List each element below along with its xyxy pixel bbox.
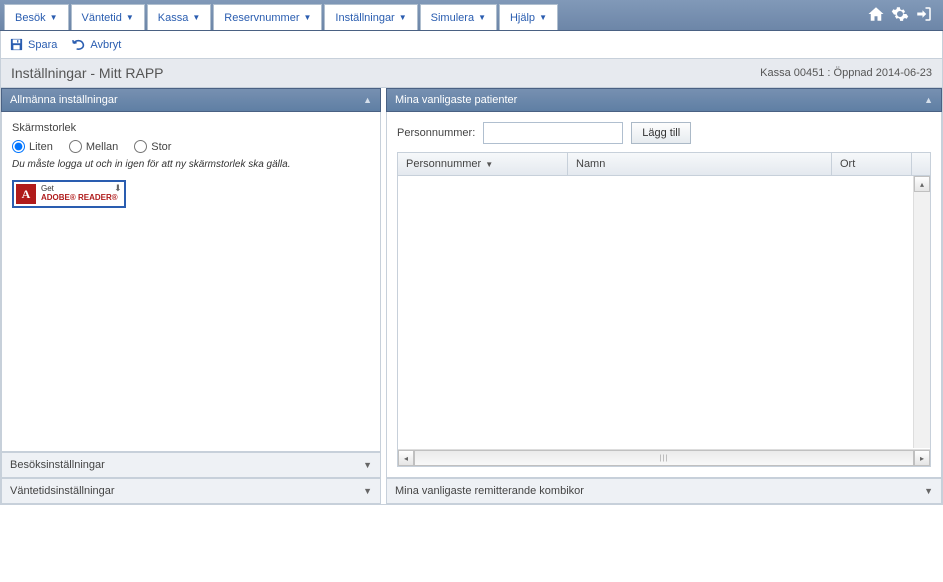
adobe-reader-badge[interactable]: A Get ADOBE® READER® ⬇ xyxy=(12,180,126,208)
scroll-thumb[interactable] xyxy=(414,450,914,466)
horizontal-scrollbar[interactable]: ◂ ▸ xyxy=(398,449,930,466)
panel-header-patients[interactable]: Mina vanligaste patienter ▲ xyxy=(386,88,942,112)
logout-icon[interactable] xyxy=(915,5,933,26)
radio-mellan[interactable]: Mellan xyxy=(69,140,118,153)
action-toolbar: Spara Avbryt xyxy=(0,31,943,59)
caret-down-icon: ▼ xyxy=(126,13,134,22)
panel-header-kombikor[interactable]: Mina vanligaste remitterande kombikor ▼ xyxy=(386,478,942,504)
radio-liten-input[interactable] xyxy=(12,140,25,153)
grid-body: ▴ ◂ ▸ xyxy=(398,176,930,466)
expand-down-icon: ▼ xyxy=(363,486,372,496)
caret-down-icon: ▼ xyxy=(192,13,200,22)
page-title: Inställningar - Mitt RAPP xyxy=(11,65,164,81)
panel-body-patients: Personnummer: Lägg till Personnummer ▼ N… xyxy=(386,112,942,478)
col-header-blank xyxy=(912,153,930,175)
menu-label: Väntetid xyxy=(82,12,122,24)
col-label: Personnummer xyxy=(406,158,481,170)
panel-header-general[interactable]: Allmänna inställningar ▲ xyxy=(1,88,381,112)
radio-label: Mellan xyxy=(86,141,118,153)
grid-header: Personnummer ▼ Namn Ort xyxy=(398,153,930,176)
menu-label: Inställningar xyxy=(335,12,394,24)
caret-down-icon: ▼ xyxy=(478,13,486,22)
col-header-ort[interactable]: Ort xyxy=(832,153,912,175)
adobe-logo-icon: A xyxy=(16,184,36,204)
radio-stor[interactable]: Stor xyxy=(134,140,171,153)
vertical-scrollbar[interactable]: ▴ xyxy=(913,176,930,448)
col-label: Ort xyxy=(840,158,855,170)
cancel-label: Avbryt xyxy=(90,39,121,51)
screen-size-hint: Du måste logga ut och in igen för att ny… xyxy=(12,159,370,170)
adobe-text: Get ADOBE® READER® xyxy=(41,185,118,203)
cancel-button[interactable]: Avbryt xyxy=(71,37,121,52)
scroll-up-icon[interactable]: ▴ xyxy=(914,176,930,192)
adobe-line2: ADOBE® READER® xyxy=(41,193,118,202)
scroll-left-icon[interactable]: ◂ xyxy=(398,450,414,466)
add-button[interactable]: Lägg till xyxy=(631,122,691,144)
caret-down-icon: ▼ xyxy=(50,13,58,22)
home-icon[interactable] xyxy=(867,5,885,26)
panel-header-besok[interactable]: Besöksinställningar ▼ xyxy=(1,452,381,478)
screen-size-radios: Liten Mellan Stor xyxy=(12,140,370,153)
personnummer-input[interactable] xyxy=(483,122,623,144)
panel-title: Besöksinställningar xyxy=(10,459,105,471)
caret-down-icon: ▼ xyxy=(399,13,407,22)
col-label: Namn xyxy=(576,158,605,170)
radio-label: Liten xyxy=(29,141,53,153)
download-arrow-icon: ⬇ xyxy=(114,183,122,194)
caret-down-icon: ▼ xyxy=(539,13,547,22)
top-right-icons xyxy=(867,0,943,30)
menu-label: Kassa xyxy=(158,12,189,24)
radio-label: Stor xyxy=(151,141,171,153)
top-menu-bar: Besök▼ Väntetid▼ Kassa▼ Reservnummer▼ In… xyxy=(0,0,943,31)
menu-installningar[interactable]: Inställningar ▼ xyxy=(324,4,417,30)
menu-simulera[interactable]: Simulera ▼ xyxy=(420,4,497,30)
panel-title: Mina vanligaste remitterande kombikor xyxy=(395,485,584,497)
page-status: Kassa 00451 : Öppnad 2014-06-23 xyxy=(760,67,932,79)
sort-desc-icon: ▼ xyxy=(485,160,493,169)
menu-kassa[interactable]: Kassa▼ xyxy=(147,4,212,30)
save-icon xyxy=(9,37,24,52)
personnummer-label: Personnummer: xyxy=(397,127,475,139)
menu-label: Hjälp xyxy=(510,12,535,24)
col-header-personnummer[interactable]: Personnummer ▼ xyxy=(398,153,568,175)
menu-label: Simulera xyxy=(431,12,474,24)
panel-body-general: Skärmstorlek Liten Mellan Stor Du måste … xyxy=(1,112,381,452)
save-label: Spara xyxy=(28,39,57,51)
screen-size-label: Skärmstorlek xyxy=(12,122,370,134)
content-area: Allmänna inställningar ▲ Skärmstorlek Li… xyxy=(0,88,943,505)
panel-title: Allmänna inställningar xyxy=(10,94,118,106)
menu-label: Besök xyxy=(15,12,46,24)
collapse-up-icon: ▲ xyxy=(363,95,372,105)
undo-icon xyxy=(71,37,86,52)
scroll-right-icon[interactable]: ▸ xyxy=(914,450,930,466)
personnummer-row: Personnummer: Lägg till xyxy=(397,122,931,144)
panel-header-vantetid[interactable]: Väntetidsinställningar ▼ xyxy=(1,478,381,504)
gear-icon[interactable] xyxy=(891,5,909,26)
panel-title: Väntetidsinställningar xyxy=(10,485,115,497)
menu-reservnummer[interactable]: Reservnummer ▼ xyxy=(213,4,322,30)
radio-stor-input[interactable] xyxy=(134,140,147,153)
collapse-up-icon: ▲ xyxy=(924,95,933,105)
page-header: Inställningar - Mitt RAPP Kassa 00451 : … xyxy=(0,59,943,88)
left-column: Allmänna inställningar ▲ Skärmstorlek Li… xyxy=(1,88,381,504)
patients-grid: Personnummer ▼ Namn Ort ▴ ◂ ▸ xyxy=(397,152,931,467)
menu-label: Reservnummer xyxy=(224,12,299,24)
save-button[interactable]: Spara xyxy=(9,37,57,52)
radio-mellan-input[interactable] xyxy=(69,140,82,153)
radio-liten[interactable]: Liten xyxy=(12,140,53,153)
menu-besok[interactable]: Besök ▼ xyxy=(4,4,69,30)
caret-down-icon: ▼ xyxy=(303,13,311,22)
right-column: Mina vanligaste patienter ▲ Personnummer… xyxy=(386,88,942,504)
expand-down-icon: ▼ xyxy=(363,460,372,470)
menu-vantetid[interactable]: Väntetid ▼ xyxy=(71,4,145,30)
expand-down-icon: ▼ xyxy=(924,486,933,496)
menu-hjalp[interactable]: Hjälp ▼ xyxy=(499,4,558,30)
panel-title: Mina vanligaste patienter xyxy=(395,94,517,106)
col-header-namn[interactable]: Namn xyxy=(568,153,832,175)
